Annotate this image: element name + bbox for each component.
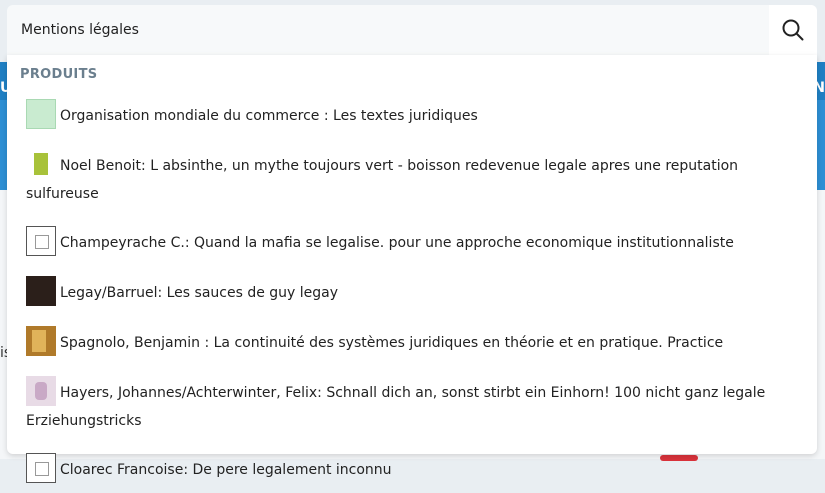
result-item[interactable]: Cloarec Francoise: De pere legalement in… [7,443,817,493]
search-icon [782,19,804,41]
result-label: Legay/Barruel: Les sauces de guy legay [60,285,339,301]
product-thumbnail [26,149,56,179]
result-item[interactable]: Spagnolo, Benjamin : La continuité des s… [7,316,817,366]
search-button[interactable] [769,5,817,55]
result-label: Cloarec Francoise: De pere legalement in… [60,462,392,478]
result-item[interactable]: Noel Benoit: L absinthe, un mythe toujou… [7,139,817,216]
result-item[interactable]: Champeyrache C.: Quand la mafia se legal… [7,216,817,266]
product-thumbnail [26,276,56,306]
result-item[interactable]: Organisation mondiale du commerce : Les … [7,95,817,139]
results-list: Organisation mondiale du commerce : Les … [7,95,817,493]
section-title-products: PRODUITS [20,67,98,82]
search-input[interactable] [7,5,767,55]
result-item[interactable]: Hayers, Johannes/Achterwinter, Felix: Sc… [7,366,817,443]
placeholder-image-icon [26,453,56,483]
result-label: Noel Benoit: L absinthe, un mythe toujou… [26,158,739,202]
product-thumbnail [26,99,56,129]
result-label: Champeyrache C.: Quand la mafia se legal… [60,235,734,251]
search-bar [7,5,817,55]
result-item[interactable]: Legay/Barruel: Les sauces de guy legay [7,266,817,316]
search-suggestions-dropdown: PRODUITS Organisation mondiale du commer… [7,55,817,483]
result-label: Spagnolo, Benjamin : La continuité des s… [60,335,724,351]
result-label: Organisation mondiale du commerce : Les … [60,108,478,124]
result-label: Hayers, Johannes/Achterwinter, Felix: Sc… [26,385,766,429]
product-thumbnail [26,376,56,406]
placeholder-image-icon [26,226,56,256]
product-thumbnail [26,326,56,356]
